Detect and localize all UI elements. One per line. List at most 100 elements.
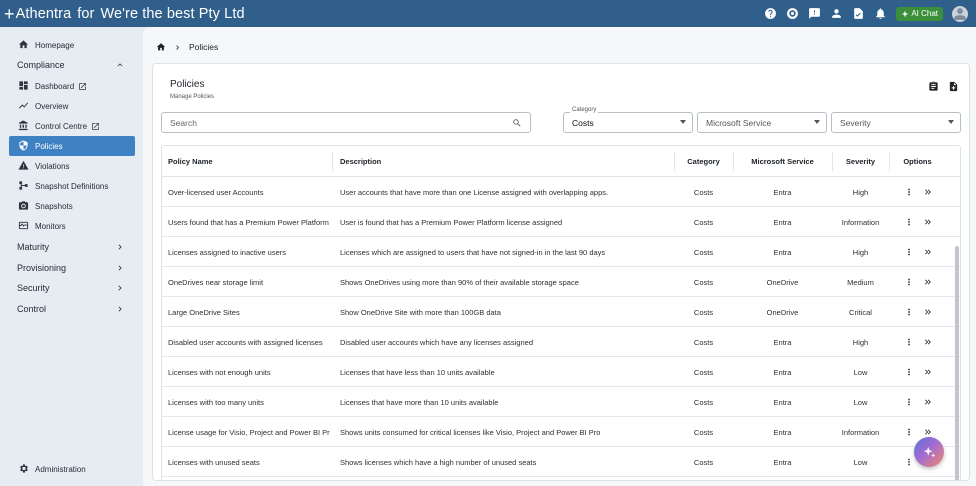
dropdown-arrow-icon (814, 120, 820, 124)
table-row[interactable]: Users found that has a Premium Power Pla… (162, 207, 960, 237)
page-subtitle: Manage Policies (170, 94, 215, 100)
sparkle-icon (923, 446, 935, 457)
page-title: Policies (170, 79, 205, 90)
table-row[interactable]: Licenses with too many units Licenses tha… (162, 387, 960, 417)
sidebar-item-label: Overview (35, 101, 69, 111)
support-icon[interactable] (786, 7, 799, 20)
column-header-description[interactable]: Description (340, 146, 660, 177)
microsoft-service-placeholder: Microsoft Service (706, 117, 772, 128)
feedback-icon[interactable] (808, 7, 821, 20)
sidebar-item-homepage[interactable]: Homepage (9, 35, 135, 55)
chevron-right-icon (115, 263, 125, 273)
table-row[interactable]: OneDrives near storage limit Shows OneDri… (162, 267, 960, 297)
cell-description: Licenses which are assigned to users tha… (340, 247, 606, 257)
column-header-category[interactable]: Category (674, 146, 733, 177)
search-icon[interactable] (512, 118, 522, 128)
double-chevron-right-icon[interactable] (923, 367, 933, 377)
table-row[interactable]: Disabled user accounts with assigned lic… (162, 327, 960, 357)
cell-microsoft-service: Entra (773, 337, 792, 347)
sidebar-item-administration[interactable]: Administration (9, 459, 135, 479)
sidebar-item-snapshot-definitions[interactable]: Snapshot Definitions (9, 176, 135, 196)
top-bar: + Athentra for We're the best Pty Ltd AI… (0, 0, 976, 27)
sidebar-item-overview[interactable]: Overview (9, 96, 135, 116)
more-vert-icon[interactable] (904, 217, 914, 227)
search-input[interactable] (170, 117, 510, 128)
sidebar-item-snapshots[interactable]: Snapshots (9, 196, 135, 216)
table-row[interactable]: Licenses assigned to inactive users Licen… (162, 237, 960, 267)
more-vert-icon[interactable] (904, 187, 914, 197)
sidebar-item-control-centre[interactable]: Control Centre (9, 116, 135, 136)
table-row[interactable]: License usage for Visio, Project and Pow… (162, 417, 960, 447)
breadcrumb: Policies (156, 42, 218, 52)
sidebar-item-label: Administration (35, 464, 86, 474)
cell-policy-name: Over-licensed user Accounts (168, 187, 264, 197)
sidebar-item-provisioning[interactable]: Provisioning (9, 258, 135, 278)
more-vert-icon[interactable] (904, 337, 914, 347)
ai-chat-button[interactable]: AI Chat (896, 6, 943, 21)
double-chevron-right-icon[interactable] (923, 247, 933, 257)
home-icon[interactable] (156, 42, 166, 52)
double-chevron-right-icon[interactable] (923, 337, 933, 347)
more-vert-icon[interactable] (904, 397, 914, 407)
category-select[interactable]: Category Costs (563, 107, 693, 133)
monitor-graph-icon (18, 220, 30, 232)
double-chevron-right-icon[interactable] (923, 307, 933, 317)
sidebar-item-security[interactable]: Security (9, 278, 135, 298)
cell-policy-name: Licenses with not enough units (168, 367, 271, 377)
more-vert-icon[interactable] (904, 367, 914, 377)
column-header-options: Options (903, 157, 932, 166)
report-icon[interactable] (852, 7, 865, 20)
more-vert-icon[interactable] (904, 277, 914, 287)
double-chevron-right-icon[interactable] (923, 397, 933, 407)
double-chevron-right-icon[interactable] (923, 277, 933, 287)
clipboard-list-icon[interactable] (928, 79, 939, 97)
avatar[interactable] (952, 5, 968, 22)
brand-separator: for (77, 5, 95, 22)
table-row[interactable]: Licenses with unused seats Shows licenses… (162, 447, 960, 477)
column-header-severity[interactable]: Severity (832, 146, 889, 177)
breadcrumb-current: Policies (189, 42, 219, 52)
double-chevron-right-icon[interactable] (923, 187, 933, 197)
table-row[interactable]: Licenses with not enough units Licenses t… (162, 357, 960, 387)
table-row[interactable]: Over-licensed user Accounts User accounts… (162, 177, 960, 207)
notifications-icon[interactable] (874, 7, 887, 20)
athentra-logo-icon: + (4, 3, 15, 24)
cell-microsoft-service: OneDrive (766, 277, 799, 287)
cell-microsoft-service: Entra (773, 247, 792, 257)
double-chevron-right-icon[interactable] (923, 217, 933, 227)
add-document-icon[interactable] (948, 79, 959, 97)
user-avatar-icon (954, 7, 966, 20)
table-row[interactable]: Large OneDrive Sites Show OneDrive Site w… (162, 297, 960, 327)
brand[interactable]: + Athentra for We're the best Pty Ltd (0, 5, 245, 23)
column-header-microsoft-service[interactable]: Microsoft Service (733, 146, 832, 177)
more-vert-icon[interactable] (904, 307, 914, 317)
severity-placeholder: Severity (840, 117, 871, 128)
card-actions (928, 79, 959, 97)
cell-category: Costs (693, 337, 714, 347)
ai-assistant-button[interactable] (914, 437, 944, 467)
cell-category: Costs (693, 307, 714, 317)
cell-policy-name: Licenses assigned to inactive users (168, 247, 286, 257)
sidebar-item-monitors[interactable]: Monitors (9, 216, 135, 236)
cell-severity: Medium (847, 277, 874, 287)
sidebar-item-maturity[interactable]: Maturity (9, 237, 135, 257)
sidebar-item-dashboard[interactable]: Dashboard (9, 76, 135, 96)
more-vert-icon[interactable] (904, 247, 914, 257)
severity-select[interactable]: Severity (831, 112, 961, 133)
double-chevron-right-icon[interactable] (923, 427, 933, 437)
sidebar-item-policies[interactable]: Policies (9, 136, 135, 156)
sidebar-item-label: Provisioning (17, 263, 67, 273)
chevron-up-icon (115, 60, 125, 70)
more-vert-icon[interactable] (904, 427, 914, 437)
user-admin-icon[interactable] (830, 7, 843, 20)
sidebar-item-violations[interactable]: Violations (9, 156, 135, 176)
cell-microsoft-service: Entra (773, 367, 792, 377)
microsoft-service-select[interactable]: Microsoft Service (697, 112, 827, 133)
cell-severity: Information (841, 217, 880, 227)
more-vert-icon[interactable] (904, 457, 914, 467)
column-header-policy-name[interactable]: Policy Name (168, 146, 328, 177)
help-icon[interactable] (764, 7, 777, 20)
sidebar-item-control[interactable]: Control (9, 299, 135, 319)
sidebar-item-compliance[interactable]: Compliance (9, 55, 135, 75)
table-scrollbar[interactable] (955, 246, 959, 480)
